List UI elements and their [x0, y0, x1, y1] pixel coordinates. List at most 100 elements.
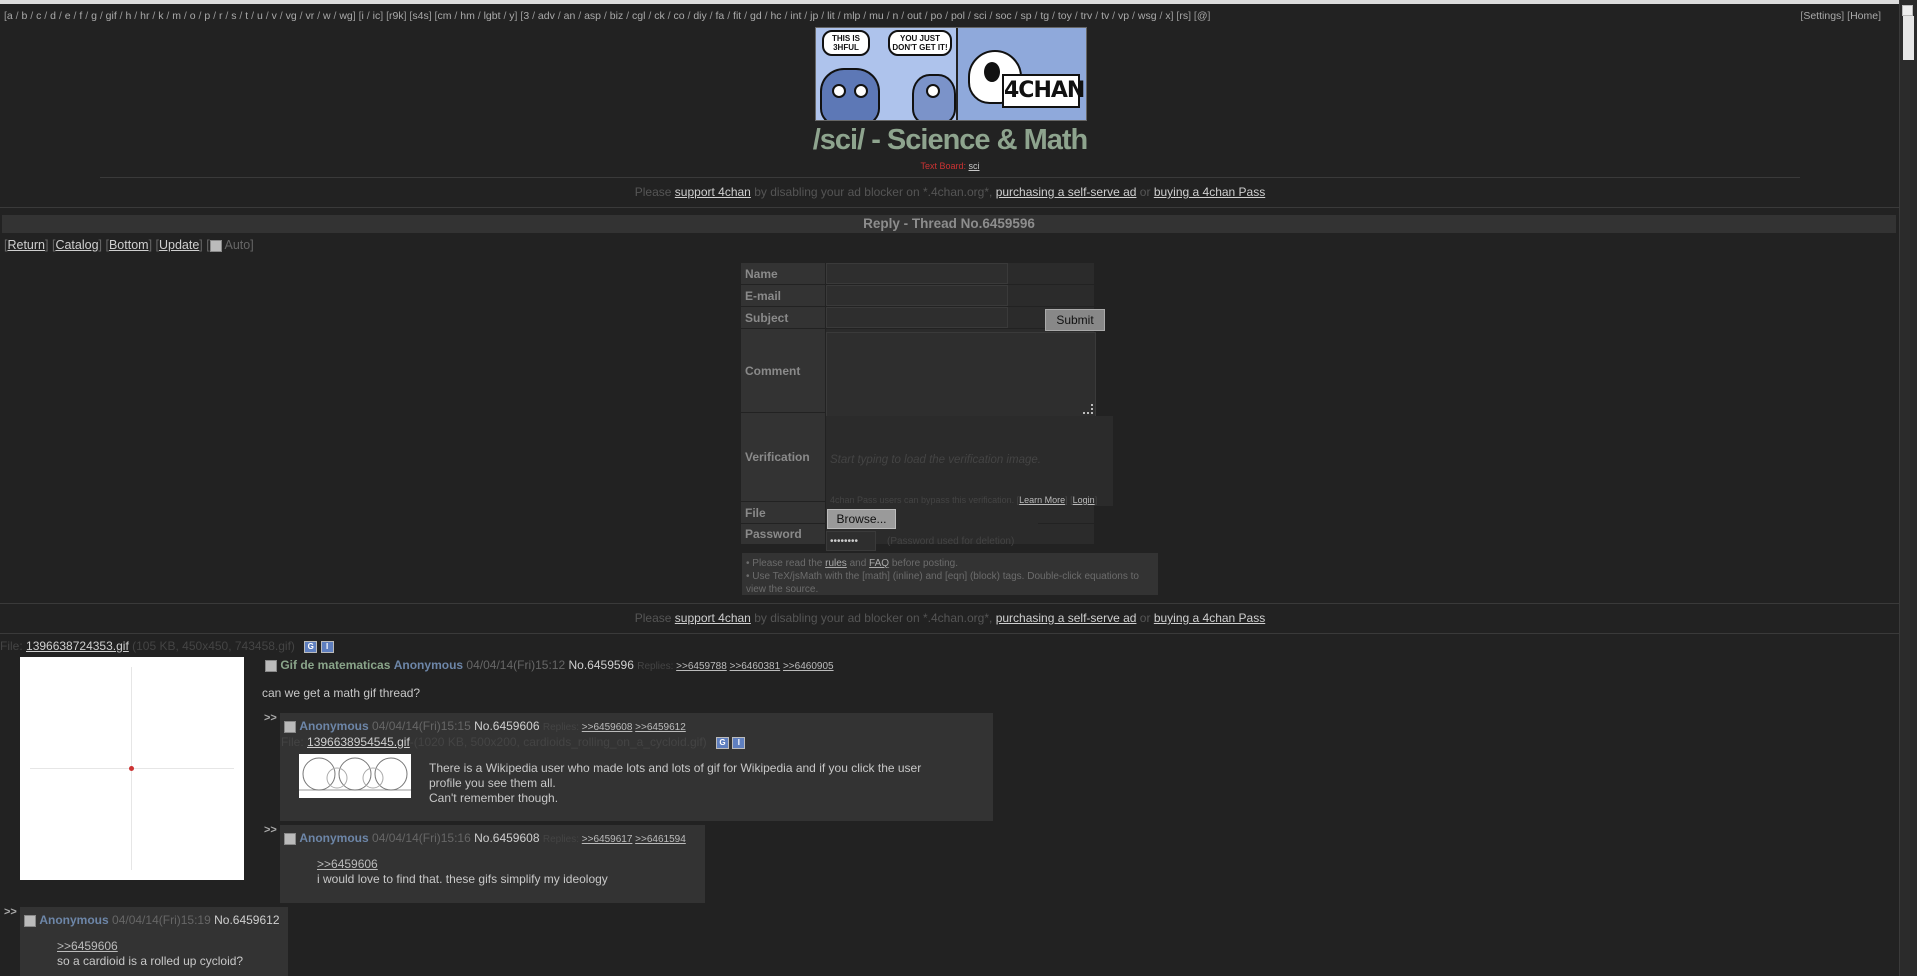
catalog-link[interactable]: Catalog: [55, 238, 98, 252]
google-search-icon[interactable]: G: [716, 736, 729, 749]
reply-link[interactable]: >>6459788: [676, 661, 727, 672]
iqdb-search-icon[interactable]: I: [320, 640, 334, 653]
board-link-gd[interactable]: gd: [750, 10, 762, 22]
4chan-pass-link[interactable]: buying a 4chan Pass: [1154, 611, 1265, 625]
board-link-wg[interactable]: wg: [339, 10, 352, 22]
board-banner[interactable]: THIS IS 3HFUL YOU JUST DON'T GET IT! 4CH…: [815, 27, 1087, 121]
comment-field[interactable]: [826, 332, 1096, 417]
board-link-lgbt[interactable]: lgbt: [484, 10, 501, 22]
reply-link[interactable]: >>6460905: [783, 661, 834, 672]
self-serve-ad-link[interactable]: purchasing a self-serve ad: [996, 185, 1137, 199]
board-link-ck[interactable]: ck: [654, 10, 665, 22]
return-link[interactable]: Return: [7, 238, 45, 252]
board-link-s4s[interactable]: s4s: [412, 10, 428, 22]
board-link-vg[interactable]: vg: [286, 10, 297, 22]
faq-link[interactable]: FAQ: [869, 558, 889, 569]
board-link-lit[interactable]: lit: [827, 10, 835, 22]
google-search-icon[interactable]: G: [304, 640, 318, 653]
resize-handle-icon[interactable]: [1083, 404, 1093, 414]
update-link[interactable]: Update: [159, 238, 199, 252]
scrollbar-thumb[interactable]: [1903, 16, 1914, 60]
auto-update-checkbox[interactable]: [209, 239, 222, 252]
scrollbar[interactable]: [1899, 0, 1917, 976]
board-link-wsg[interactable]: wsg: [1138, 10, 1157, 22]
post-checkbox[interactable]: [284, 720, 296, 733]
support-4chan-link[interactable]: support 4chan: [675, 185, 751, 199]
settings-link[interactable]: Settings: [1803, 10, 1841, 22]
board-link-cm[interactable]: cm: [437, 10, 451, 22]
home-link[interactable]: Home: [1850, 10, 1878, 22]
board-link-co[interactable]: co: [673, 10, 684, 22]
reply-link[interactable]: >>6460381: [730, 661, 781, 672]
op-file-link[interactable]: 1396638724353.gif: [26, 639, 129, 653]
board-link-hc[interactable]: hc: [770, 10, 781, 22]
captcha-area[interactable]: Start typing to load the verification im…: [826, 416, 1113, 506]
board-link-gif[interactable]: gif: [106, 10, 117, 22]
board-link-po[interactable]: po: [931, 10, 943, 22]
board-link-r9k[interactable]: r9k: [389, 10, 404, 22]
board-link-tg[interactable]: tg: [1040, 10, 1049, 22]
scroll-up-button[interactable]: [1902, 5, 1913, 16]
submit-button[interactable]: Submit: [1045, 309, 1105, 331]
reply-link[interactable]: >>6461594: [635, 834, 686, 845]
board-link-an[interactable]: an: [564, 10, 576, 22]
learn-more-link[interactable]: Learn More: [1019, 495, 1065, 505]
self-serve-ad-link[interactable]: purchasing a self-serve ad: [996, 611, 1137, 625]
browse-button[interactable]: Browse...: [827, 509, 896, 529]
board-link-diy[interactable]: diy: [693, 10, 706, 22]
board-link-biz[interactable]: biz: [610, 10, 623, 22]
post-number[interactable]: No.6459606: [474, 719, 539, 733]
board-link-fa[interactable]: fa: [716, 10, 725, 22]
support-4chan-link[interactable]: support 4chan: [675, 611, 751, 625]
board-link-hm[interactable]: hm: [460, 10, 475, 22]
password-field[interactable]: ••••••••: [826, 531, 876, 551]
subject-field[interactable]: [826, 307, 1008, 328]
email-field[interactable]: [826, 285, 1008, 306]
board-link-vr[interactable]: vr: [305, 10, 314, 22]
board-link-out[interactable]: out: [907, 10, 922, 22]
board-link-pol[interactable]: pol: [951, 10, 965, 22]
rules-text: and: [849, 558, 867, 569]
board-link-soc[interactable]: soc: [995, 10, 1011, 22]
rules-link[interactable]: rules: [825, 558, 847, 569]
board-link-adv[interactable]: adv: [538, 10, 555, 22]
post-checkbox[interactable]: [24, 914, 36, 927]
board-link-cgl[interactable]: cgl: [632, 10, 645, 22]
nav-separator: /: [330, 10, 340, 22]
board-link-@[interactable]: @: [1197, 10, 1208, 22]
name-field[interactable]: [826, 263, 1008, 284]
board-link-mu[interactable]: mu: [869, 10, 884, 22]
board-link-trv[interactable]: trv: [1081, 10, 1093, 22]
post-number[interactable]: No.6459612: [214, 913, 279, 927]
quote-link[interactable]: >>6459606: [57, 939, 118, 953]
board-link-sci[interactable]: sci: [974, 10, 987, 22]
board-link-w[interactable]: w: [323, 10, 331, 22]
board-link-fit[interactable]: fit: [733, 10, 741, 22]
post-number[interactable]: No.6459596: [569, 658, 634, 672]
post-number[interactable]: No.6459608: [474, 831, 539, 845]
board-link-int[interactable]: int: [790, 10, 801, 22]
board-link-asp[interactable]: asp: [584, 10, 601, 22]
reply-link[interactable]: >>6459608: [582, 722, 633, 733]
board-link-tv[interactable]: tv: [1101, 10, 1109, 22]
iqdb-search-icon[interactable]: I: [732, 736, 746, 749]
reply-link[interactable]: >>6459612: [635, 722, 686, 733]
login-link[interactable]: Login: [1073, 495, 1095, 505]
quote-link[interactable]: >>6459606: [317, 857, 378, 871]
board-link-sp[interactable]: sp: [1020, 10, 1031, 22]
bottom-link[interactable]: Bottom: [109, 238, 149, 252]
board-link-vp[interactable]: vp: [1118, 10, 1129, 22]
reply-thumbnail[interactable]: [299, 754, 411, 798]
post-checkbox[interactable]: [284, 832, 296, 845]
board-link-m[interactable]: m: [172, 10, 181, 22]
board-link-toy[interactable]: toy: [1058, 10, 1072, 22]
4chan-pass-link[interactable]: buying a 4chan Pass: [1154, 185, 1265, 199]
board-link-mlp[interactable]: mlp: [843, 10, 860, 22]
reply-file-link[interactable]: 1396638954545.gif: [307, 735, 410, 749]
nav-separator: /: [921, 10, 931, 22]
post-checkbox[interactable]: [265, 659, 277, 672]
reply-link[interactable]: >>6459617: [582, 834, 633, 845]
board-link-rs[interactable]: rs: [1179, 10, 1188, 22]
text-board-link[interactable]: sci: [969, 161, 980, 171]
op-image[interactable]: [20, 657, 244, 880]
